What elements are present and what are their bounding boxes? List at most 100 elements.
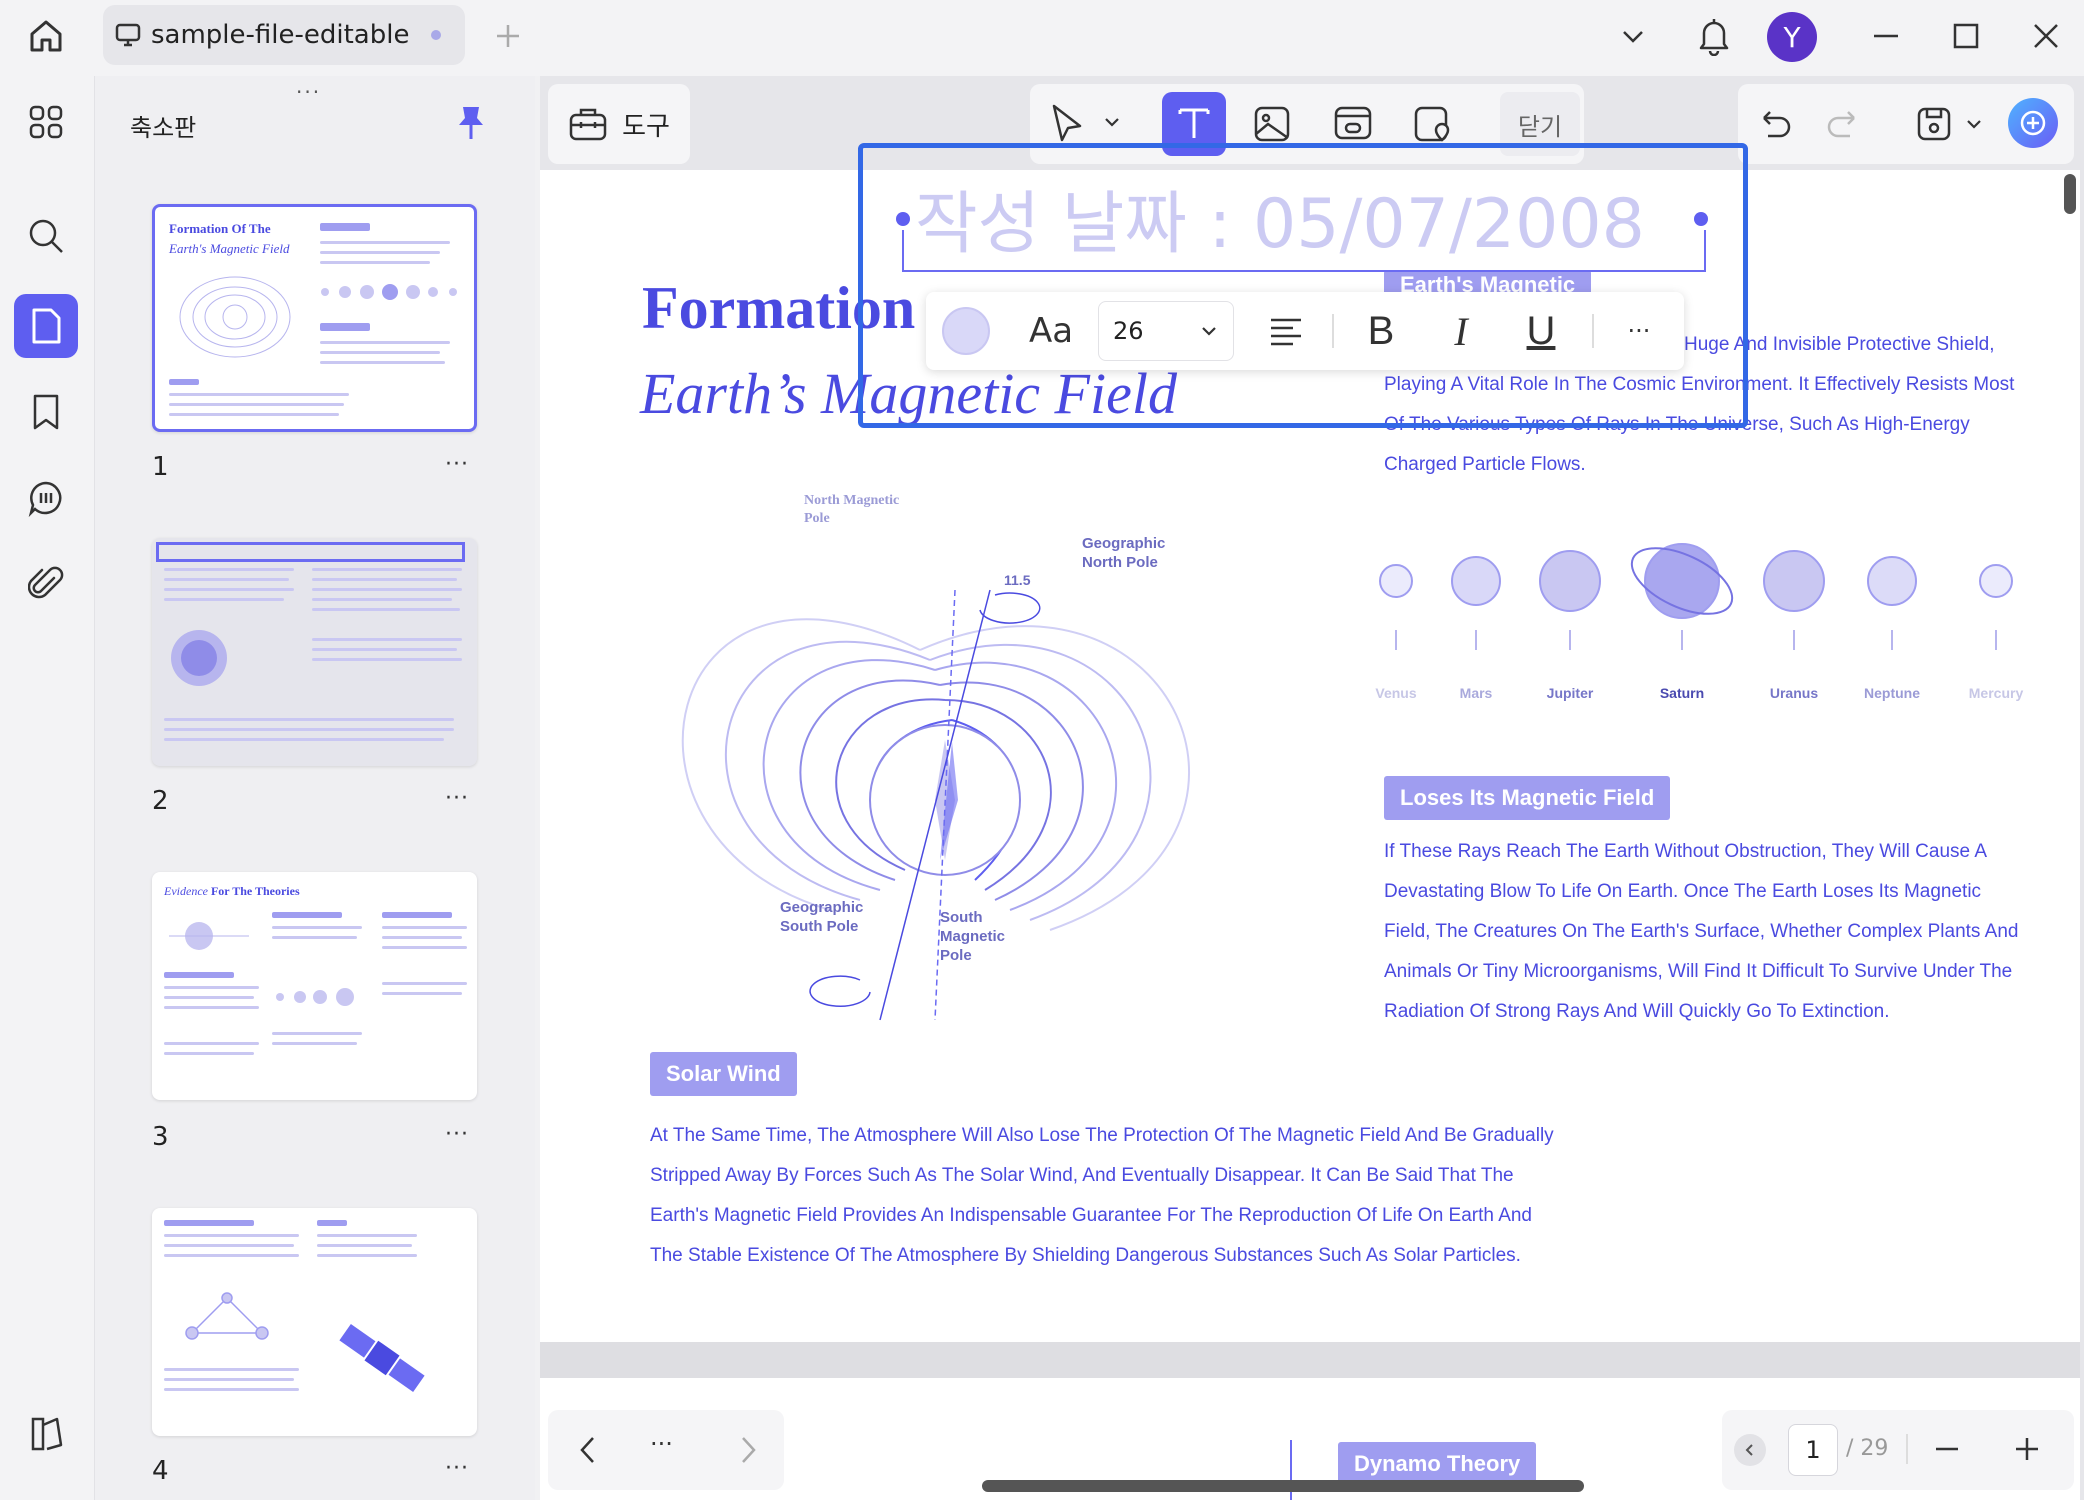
font-size-select[interactable]: 26: [1096, 292, 1236, 370]
comment-icon[interactable]: [14, 466, 78, 530]
thumbnail-more-button[interactable]: ···: [445, 786, 469, 811]
planets-graphic: [1379, 543, 2013, 650]
date-text-field[interactable]: 작성 날짜 : 05/07/2008: [915, 168, 1645, 267]
thumbnail-number: 3: [152, 1122, 169, 1152]
unsaved-dot: [431, 30, 441, 40]
undo-icon[interactable]: [1754, 104, 1794, 144]
section2-line[interactable]: Animals Or Tiny Microorganisms, Will Fin…: [1384, 952, 2012, 992]
bold-button[interactable]: B: [1346, 292, 1416, 370]
thumbnail-more-button[interactable]: ···: [445, 1456, 469, 1481]
section3-line[interactable]: At The Same Time, The Atmosphere Will Al…: [650, 1116, 1554, 1156]
location-tool-icon[interactable]: [1412, 104, 1454, 144]
thumbnail-number: 1: [152, 452, 169, 482]
planet-label: Saturn: [1659, 685, 1705, 701]
toolbox-icon: [568, 105, 608, 143]
thumbnail-more-button[interactable]: ···: [445, 452, 469, 477]
font-size-value: 26: [1113, 317, 1144, 345]
save-icon[interactable]: [1914, 104, 1954, 144]
underline-button[interactable]: U: [1506, 292, 1576, 370]
link-tool-icon[interactable]: [1332, 104, 1374, 144]
section-badge-loses-magnetic-field[interactable]: Loses Its Magnetic Field: [1384, 776, 1671, 820]
layers-icon[interactable]: [14, 1402, 78, 1466]
title-bar: sample-file-editable Y: [0, 0, 2084, 76]
chevron-down-icon[interactable]: [1102, 112, 1122, 132]
page-nav-left: ···: [548, 1410, 784, 1490]
section3-line[interactable]: The Stable Existence Of The Atmosphere B…: [650, 1236, 1521, 1276]
thumbnail-page-2[interactable]: [152, 538, 477, 766]
divider: [1906, 1434, 1908, 1464]
section3-line[interactable]: Stripped Away By Forces Such As The Sola…: [650, 1156, 1514, 1196]
section2-line[interactable]: Field, The Creatures On The Earth's Surf…: [1384, 912, 2018, 952]
planet-label: Mercury: [1968, 685, 2024, 701]
align-left-icon[interactable]: [1256, 292, 1316, 370]
page-number-input[interactable]: 1: [1788, 1424, 1838, 1476]
minimize-icon[interactable]: [1858, 8, 1914, 64]
next-icon[interactable]: [732, 1434, 762, 1466]
home-icon[interactable]: [18, 8, 74, 64]
chevron-down-icon: [1199, 321, 1219, 341]
search-icon[interactable]: [14, 204, 78, 268]
page-gap: [540, 1342, 2080, 1378]
image-tool-icon[interactable]: [1252, 104, 1292, 144]
resize-handle-left[interactable]: [896, 212, 910, 226]
vertical-scrollbar[interactable]: [2064, 174, 2076, 214]
attachment-icon[interactable]: [14, 552, 78, 616]
zoom-in-icon[interactable]: [2012, 1434, 2042, 1464]
thumbnail-page-1[interactable]: Formation Of The Earth's Magnetic Field: [152, 204, 477, 432]
drag-handle[interactable]: ···: [296, 80, 321, 104]
font-color-button[interactable]: [936, 292, 996, 370]
monitor-icon: [115, 23, 141, 47]
section2-line[interactable]: If These Rays Reach The Earth Without Ob…: [1384, 832, 1987, 872]
tools-button[interactable]: 도구: [548, 84, 690, 164]
panel-title: 축소판: [130, 114, 197, 142]
intro-line[interactable]: Charged Particle Flows.: [1384, 445, 1586, 485]
prev-icon[interactable]: [574, 1434, 604, 1466]
tools-label: 도구: [622, 111, 670, 142]
thumbnail-number: 2: [152, 786, 169, 816]
chevron-down-icon[interactable]: [1605, 8, 1661, 64]
left-rail: [0, 76, 94, 1500]
collapse-icon[interactable]: [1734, 1434, 1766, 1466]
close-icon[interactable]: [2018, 8, 2074, 64]
planet-label: Mars: [1459, 685, 1493, 701]
thumbnail-number: 4: [152, 1456, 169, 1486]
ai-assistant-icon[interactable]: [2008, 98, 2058, 148]
text-format-toolbar: Aa 26 B I U ···: [926, 292, 1684, 370]
thumbnail-page-4[interactable]: [152, 1208, 477, 1436]
document-tab[interactable]: sample-file-editable: [103, 5, 465, 65]
font-family-button[interactable]: Aa: [1016, 292, 1086, 370]
bell-icon[interactable]: [1686, 8, 1742, 64]
nav-more-button[interactable]: ···: [650, 1430, 673, 1458]
pin-icon[interactable]: [454, 104, 488, 142]
more-options-button[interactable]: ···: [1606, 292, 1672, 370]
italic-button[interactable]: I: [1426, 292, 1496, 370]
divider: [1332, 314, 1334, 348]
planet-label: Neptune: [1864, 685, 1920, 701]
resize-handle-right[interactable]: [1694, 212, 1708, 226]
avatar[interactable]: Y: [1767, 12, 1817, 62]
zoom-out-icon[interactable]: [1932, 1434, 1962, 1464]
maximize-icon[interactable]: [1938, 8, 1994, 64]
section3-line[interactable]: Earth's Magnetic Field Provides An Indis…: [650, 1196, 1532, 1236]
chevron-down-icon[interactable]: [1964, 114, 1984, 134]
thumbnails-icon[interactable]: [14, 294, 78, 358]
thumbnail-more-button[interactable]: ···: [445, 1122, 469, 1147]
bookmark-icon[interactable]: [14, 380, 78, 444]
planet-label: Uranus: [1769, 685, 1819, 701]
tab-title: sample-file-editable: [151, 20, 410, 50]
thumbnail-page-3[interactable]: Evidence For The Theories: [152, 872, 477, 1100]
section2-line[interactable]: Radiation Of Strong Rays And Will Quickl…: [1384, 992, 1889, 1032]
label-north-magnetic-pole: North Magnetic Pole: [804, 493, 900, 526]
divider: [1592, 314, 1594, 348]
section-badge-solar-wind[interactable]: Solar Wind: [650, 1052, 797, 1096]
page-nav-right: 1 / 29: [1722, 1410, 2074, 1490]
label-angle: 11.5: [1004, 572, 1031, 588]
horizontal-scrollbar[interactable]: [982, 1480, 1584, 1492]
redo-icon[interactable]: [1824, 104, 1864, 144]
new-tab-icon[interactable]: [480, 8, 536, 64]
apps-icon[interactable]: [14, 90, 78, 154]
select-tool-icon[interactable]: [1048, 102, 1088, 146]
section2-line[interactable]: Devastating Blow To Life On Earth. Once …: [1384, 872, 1981, 912]
label-geographic-north-pole: Geographic North Pole: [1082, 535, 1166, 571]
planet-label: Jupiter: [1546, 685, 1594, 701]
